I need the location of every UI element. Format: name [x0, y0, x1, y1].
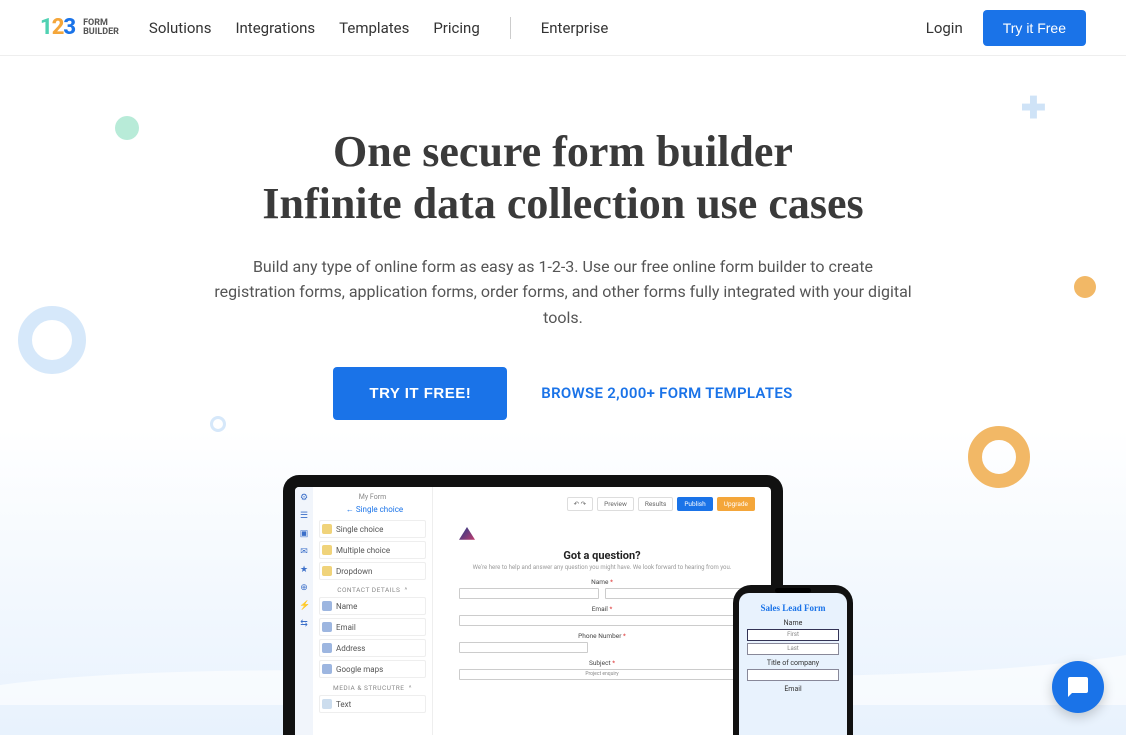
phone-mockup: Sales Lead Form Name First Last Title of… — [733, 585, 853, 735]
hero-title: One secure form builder Infinite data co… — [40, 126, 1086, 230]
decoration-small-ring-icon — [210, 416, 226, 432]
phone-label-title: Title of company — [747, 659, 839, 667]
chat-widget-button[interactable] — [1052, 661, 1104, 713]
login-link[interactable]: Login — [926, 19, 963, 37]
upgrade-pill: Upgrade — [717, 497, 755, 511]
phone-label-name: Name — [747, 619, 839, 627]
field-item: Dropdown — [319, 562, 426, 580]
browse-templates-link[interactable]: BROWSE 2,000+ FORM TEMPLATES — [541, 384, 792, 402]
undo-icon: ↶ ↷ — [567, 497, 594, 511]
input-subject: Project enquiry — [459, 669, 745, 680]
sidebar-cube-icon: ▣ — [299, 529, 309, 539]
phone-form-title: Sales Lead Form — [747, 603, 839, 613]
device-mockups: ⚙ ☰ ▣ ✉ ★ ⊕ ⚡ ⇆ My Form ← Single choice … — [283, 475, 843, 735]
nav-templates[interactable]: Templates — [339, 19, 409, 37]
sidebar-share-icon: ⇆ — [299, 619, 309, 629]
hero-try-free-button[interactable]: TRY IT FREE! — [333, 367, 507, 420]
logo[interactable]: 123 FORMBUILDER — [40, 15, 119, 40]
label-subject: Subject — [459, 659, 745, 667]
decoration-ring-icon — [18, 306, 86, 374]
decoration-dot-icon — [115, 116, 139, 140]
label-name: Name — [459, 578, 745, 586]
field-item: Google maps — [319, 660, 426, 678]
try-free-button[interactable]: Try it Free — [983, 10, 1086, 46]
nav-divider — [510, 17, 511, 39]
input-phone — [459, 642, 588, 653]
sidebar-bolt-icon: ⚡ — [299, 601, 309, 611]
form-heading: Got a question? — [459, 549, 745, 562]
phone-input-first: First — [747, 629, 839, 641]
decoration-orange-dot-icon — [1074, 276, 1096, 298]
phone-input-title — [747, 669, 839, 681]
panel-active-field: ← Single choice — [323, 505, 426, 514]
input-email — [459, 615, 745, 626]
publish-pill: Publish — [677, 497, 712, 511]
field-item: Multiple choice — [319, 541, 426, 559]
field-item: Name — [319, 597, 426, 615]
input-last-name — [605, 588, 745, 599]
panel-section-media: MEDIA & STRUCUTRE ^ — [319, 684, 426, 692]
header: 123 FORMBUILDER Solutions Integrations T… — [0, 0, 1126, 56]
label-email: Email — [459, 605, 745, 613]
form-canvas: ↶ ↷ Preview Results Publish Upgrade Got … — [433, 487, 771, 735]
form-subheading: We're here to help and answer any questi… — [459, 564, 745, 572]
laptop-mockup: ⚙ ☰ ▣ ✉ ★ ⊕ ⚡ ⇆ My Form ← Single choice … — [283, 475, 783, 735]
decoration-plus-icon: ✚ — [1021, 91, 1046, 126]
nav-integrations[interactable]: Integrations — [235, 19, 315, 37]
app-icon-sidebar: ⚙ ☰ ▣ ✉ ★ ⊕ ⚡ ⇆ — [295, 487, 313, 735]
form-title: My Form — [319, 493, 426, 501]
hero-section: ✚ One secure form builder Infinite data … — [0, 56, 1126, 735]
field-item: Email — [319, 618, 426, 636]
label-phone: Phone Number — [459, 632, 745, 640]
phone-label-email: Email — [747, 685, 839, 693]
input-first-name — [459, 588, 599, 599]
nav-solutions[interactable]: Solutions — [149, 19, 212, 37]
sidebar-mail-icon: ✉ — [299, 547, 309, 557]
phone-input-last: Last — [747, 643, 839, 655]
panel-section-contact: CONTACT DETAILS ^ — [319, 586, 426, 594]
field-item: Single choice — [319, 520, 426, 538]
field-item: Address — [319, 639, 426, 657]
cta-row: TRY IT FREE! BROWSE 2,000+ FORM TEMPLATE… — [40, 367, 1086, 420]
fields-panel: My Form ← Single choice Single choice Mu… — [313, 487, 433, 735]
sidebar-list-icon: ☰ — [299, 511, 309, 521]
form-logo-icon — [459, 527, 475, 543]
chat-icon — [1066, 675, 1090, 699]
sidebar-globe-icon: ⊕ — [299, 583, 309, 593]
preview-pill: Preview — [597, 497, 634, 511]
main-nav: Solutions Integrations Templates Pricing… — [149, 17, 608, 39]
sidebar-star-icon: ★ — [299, 565, 309, 575]
nav-pricing[interactable]: Pricing — [433, 19, 479, 37]
results-pill: Results — [638, 497, 673, 511]
field-item: Text — [319, 695, 426, 713]
nav-enterprise[interactable]: Enterprise — [541, 19, 609, 37]
sidebar-gear-icon: ⚙ — [299, 493, 309, 503]
decoration-orange-ring-icon — [968, 426, 1030, 488]
hero-subtitle: Build any type of online form as easy as… — [213, 254, 913, 331]
